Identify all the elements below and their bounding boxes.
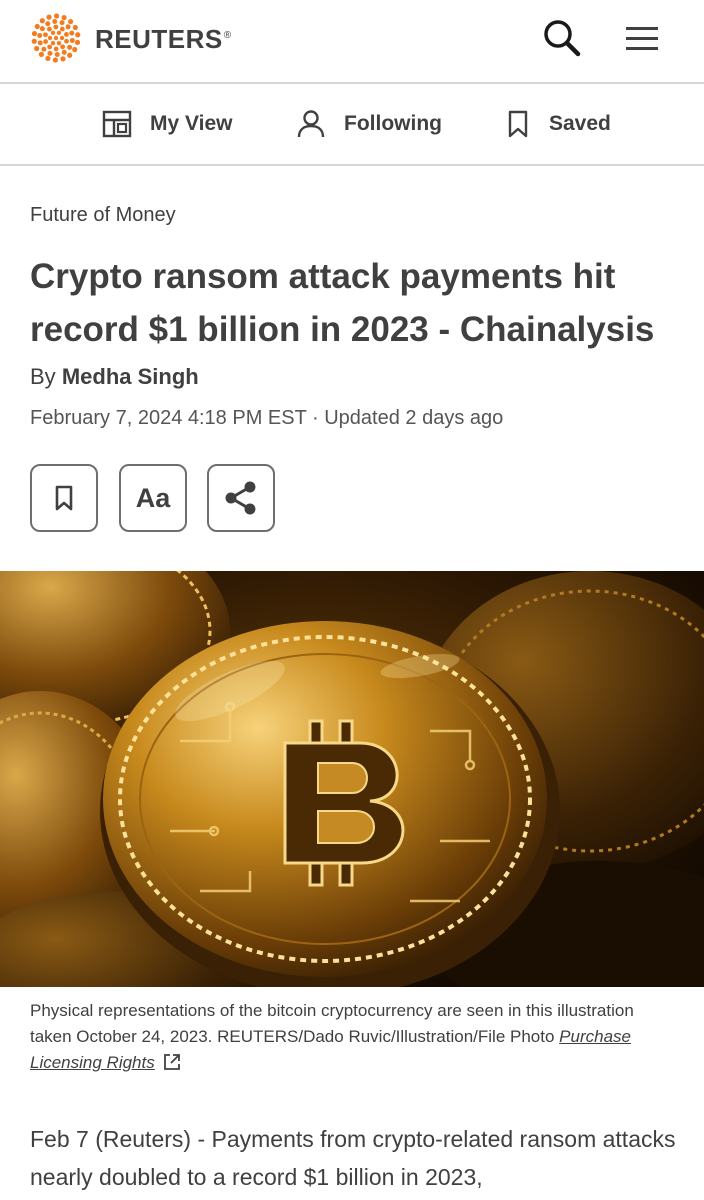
section-link[interactable]: Future of Money (30, 204, 176, 227)
bookmark-icon (508, 110, 528, 138)
nav-saved[interactable]: Saved (505, 84, 611, 164)
hamburger-menu-icon (626, 27, 658, 50)
hero-image (0, 571, 704, 987)
image-caption: Physical representations of the bitcoin … (30, 998, 670, 1076)
dateline: February 7, 2024 4:18 PM EST · Updated 2… (30, 407, 504, 429)
reuters-dot-logo-icon (31, 13, 81, 63)
section-nav: My View Following Saved (0, 84, 704, 166)
nav-saved-label: Saved (549, 112, 611, 135)
menu-button[interactable] (622, 20, 662, 56)
byline-prefix: By (30, 364, 56, 389)
share-icon (225, 481, 256, 515)
nav-following[interactable]: Following (296, 84, 442, 164)
bitcoin-coins-image (0, 571, 704, 987)
article-headline: Crypto ransom attack payments hit record… (30, 257, 655, 349)
author-link[interactable]: Medha Singh (62, 364, 199, 389)
layout-grid-icon (102, 110, 132, 138)
nav-my-view-label: My View (150, 112, 233, 135)
share-button[interactable] (207, 464, 275, 532)
image-caption-text: Physical representations of the bitcoin … (30, 1001, 634, 1046)
search-icon (544, 20, 581, 57)
bookmark-icon (55, 485, 73, 511)
save-article-button[interactable] (30, 464, 98, 532)
brand-wordmark: REUTERS (95, 23, 223, 54)
text-size-button[interactable]: Aa (119, 464, 187, 532)
person-icon (297, 110, 325, 138)
byline: By Medha Singh (30, 364, 199, 390)
registered-mark: ® (223, 29, 232, 41)
external-link-icon[interactable] (162, 1052, 182, 1072)
nav-my-view[interactable]: My View (102, 84, 232, 164)
reuters-logo[interactable]: REUTERS® (28, 12, 232, 64)
search-button[interactable] (542, 18, 582, 58)
article-paragraph: Feb 7 (Reuters) - Payments from crypto-r… (30, 1126, 676, 1190)
top-bar: REUTERS® (0, 0, 704, 84)
text-size-label: Aa (135, 482, 171, 513)
nav-following-label: Following (344, 112, 442, 135)
